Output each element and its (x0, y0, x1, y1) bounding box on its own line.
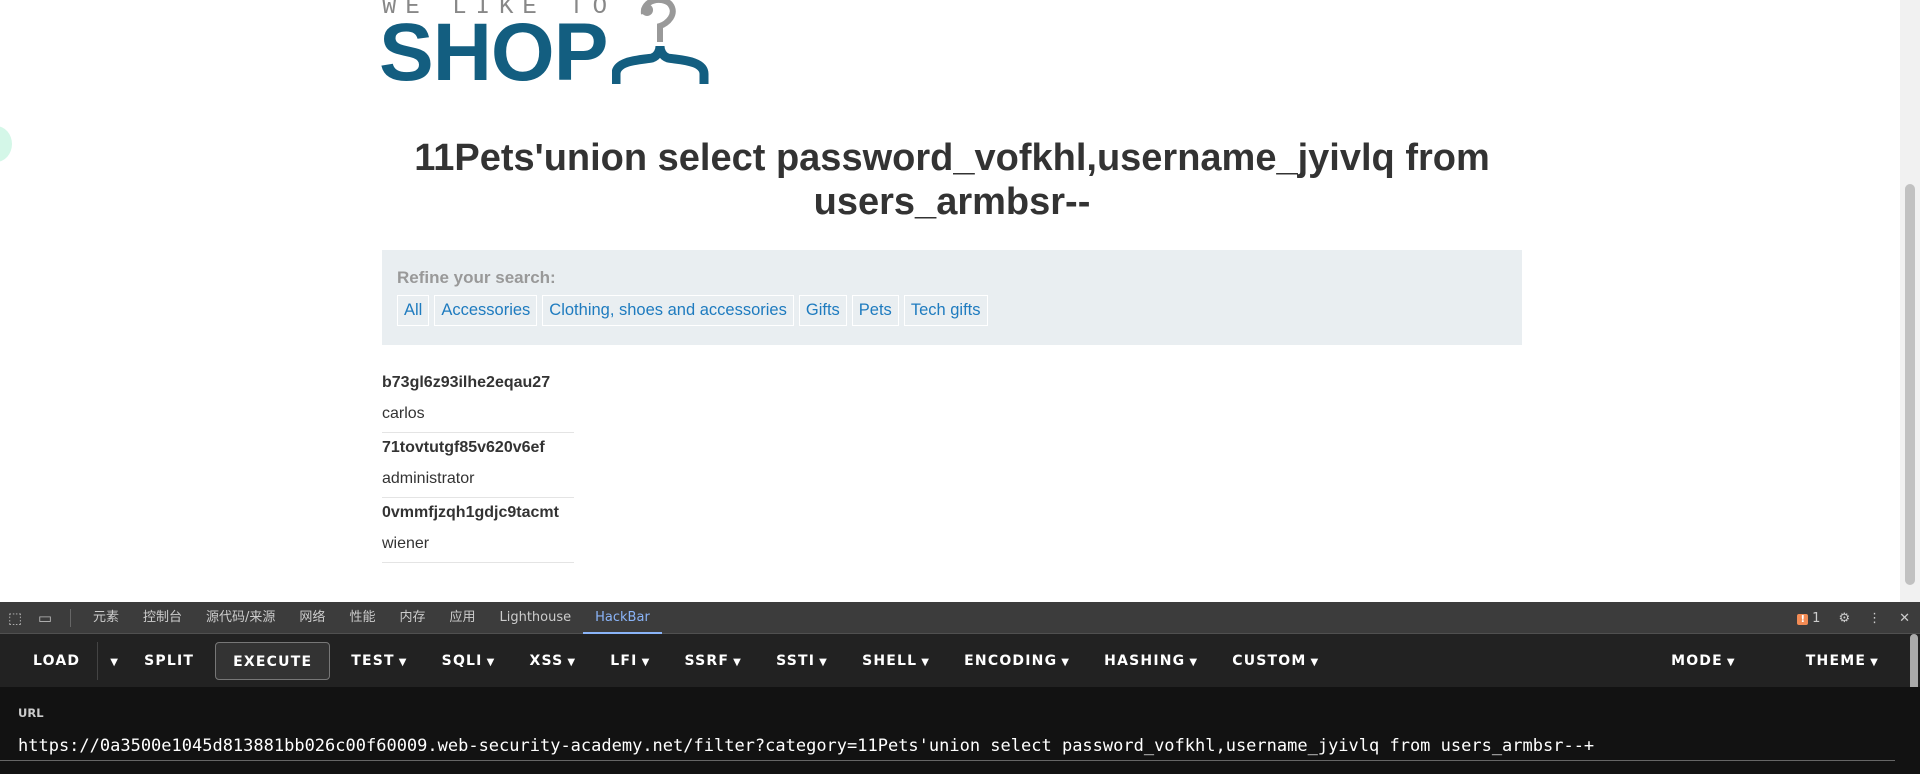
hanger-icon (612, 0, 709, 84)
tab-memory[interactable]: 内存 (387, 602, 437, 634)
menu-label: SHELL (862, 652, 918, 669)
inspect-element-icon[interactable]: ⬚ (0, 609, 30, 627)
menu-label: LFI (610, 652, 638, 669)
filter-panel: Refine your search: All Accessories Clot… (382, 250, 1522, 345)
xss-menu[interactable]: XSS ▼ (512, 642, 593, 680)
filter-label: Refine your search: (397, 268, 556, 287)
tab-application[interactable]: 应用 (437, 602, 487, 634)
menu-label: ENCODING (964, 652, 1058, 669)
tab-elements[interactable]: 元素 (81, 602, 131, 634)
ssrf-menu[interactable]: SSRF ▼ (667, 642, 759, 680)
url-underline (0, 760, 1895, 761)
tab-network[interactable]: 网络 (287, 602, 337, 634)
caret-down-icon: ▼ (486, 656, 496, 668)
page-scrollbar[interactable] (1900, 0, 1920, 602)
shell-menu[interactable]: SHELL ▼ (845, 642, 947, 680)
issues-button[interactable]: ! 1 (1797, 611, 1820, 626)
row-username: administrator (382, 470, 475, 487)
device-toolbar-icon[interactable]: ▭ (30, 609, 60, 627)
logo-word: SHOP (379, 7, 608, 98)
table-row: b73gl6z93ilhe2eqau27 carlos (382, 368, 574, 433)
category-clothing[interactable]: Clothing, shoes and accessories (542, 295, 794, 326)
lfi-menu[interactable]: LFI ▼ (593, 642, 667, 680)
menu-label: CUSTOM (1232, 652, 1307, 669)
menu-label: HASHING (1104, 652, 1186, 669)
theme-menu[interactable]: THEME ▼ (1789, 642, 1896, 680)
caret-down-icon: ▼ (1726, 656, 1736, 668)
tab-performance[interactable]: 性能 (337, 602, 387, 634)
row-password: 71tovtutgf85v620v6ef (382, 439, 545, 456)
test-menu[interactable]: TEST ▼ (334, 642, 424, 680)
page-title: 11Pets'union select password_vofkhl,user… (414, 137, 1490, 223)
custom-menu[interactable]: CUSTOM ▼ (1215, 642, 1336, 680)
url-input[interactable]: https://0a3500e1045d813881bb026c00f60009… (18, 736, 1902, 756)
issues-count: 1 (1812, 610, 1821, 626)
tab-console[interactable]: 控制台 (131, 602, 194, 634)
tab-hackbar[interactable]: HackBar (583, 602, 662, 634)
table-row: 0vmmfjzqh1gdjc9tacmt wiener (382, 498, 574, 563)
caret-down-icon: ▼ (1870, 656, 1879, 668)
sqli-menu[interactable]: SQLI ▼ (425, 642, 513, 680)
scrollbar-thumb[interactable] (1905, 184, 1915, 585)
more-options-icon[interactable]: ⋮ (1868, 611, 1881, 626)
caret-down-icon: ▼ (398, 656, 408, 668)
url-label: URL (18, 706, 44, 720)
settings-gear-icon[interactable]: ⚙ (1838, 611, 1850, 626)
category-tech-gifts[interactable]: Tech gifts (903, 295, 988, 326)
menu-label: MODE (1671, 652, 1723, 669)
caret-down-icon: ▼ (1189, 656, 1199, 668)
row-password: 0vmmfjzqh1gdjc9tacmt (382, 504, 559, 521)
devtools-tabbar: ⬚ ▭ 元素 控制台 源代码/来源 网络 性能 内存 应用 Lighthouse… (0, 602, 1920, 634)
load-button[interactable]: LOAD (16, 642, 97, 680)
caret-down-icon: ▼ (733, 656, 743, 668)
caret-down-icon: ▼ (921, 656, 931, 668)
url-panel: URL https://0a3500e1045d813881bb026c00f6… (0, 687, 1920, 774)
divider (70, 608, 71, 627)
category-pets[interactable]: Pets (851, 295, 899, 326)
menu-label: XSS (529, 652, 564, 669)
shop-logo[interactable]: WE LIKE TO SHOP (379, 0, 742, 98)
split-button[interactable]: SPLIT (127, 642, 211, 680)
table-row: 71tovtutgf85v620v6ef administrator (382, 433, 574, 498)
execute-button[interactable]: EXECUTE (215, 641, 331, 680)
category-gifts[interactable]: Gifts (798, 295, 847, 326)
caret-down-icon: ▼ (1310, 656, 1320, 668)
caret-down-icon: ▼ (567, 656, 577, 668)
row-username: carlos (382, 405, 425, 422)
menu-label: SQLI (441, 652, 483, 669)
ssti-menu[interactable]: SSTI ▼ (759, 642, 845, 680)
tab-sources[interactable]: 源代码/来源 (194, 602, 287, 634)
tab-lighthouse[interactable]: Lighthouse (487, 602, 583, 634)
caret-down-icon: ▼ (1061, 656, 1071, 668)
extension-floating-button[interactable] (0, 126, 12, 162)
caret-down-icon: ▼ (819, 656, 829, 668)
mode-menu[interactable]: MODE ▼ (1654, 642, 1753, 680)
menu-label: TEST (351, 652, 395, 669)
close-icon[interactable]: ✕ (1899, 611, 1910, 626)
issue-icon: ! (1797, 613, 1809, 625)
row-username: wiener (382, 535, 430, 552)
hashing-menu[interactable]: HASHING ▼ (1087, 642, 1215, 680)
load-dropdown-icon[interactable]: ▼ (98, 642, 127, 680)
menu-label: THEME (1805, 652, 1867, 669)
category-all[interactable]: All (397, 295, 430, 326)
row-password: b73gl6z93ilhe2eqau27 (382, 374, 551, 391)
web-page: WE LIKE TO SHOP 11Pets'union select pass… (0, 0, 1900, 602)
caret-down-icon: ▼ (641, 656, 651, 668)
results-table: b73gl6z93ilhe2eqau27 carlos 71tovtutgf85… (382, 368, 574, 563)
encoding-menu[interactable]: ENCODING ▼ (947, 642, 1087, 680)
category-accessories[interactable]: Accessories (434, 295, 538, 326)
hackbar-toolbar: LOAD ▼ SPLIT EXECUTE TEST ▼ SQLI ▼ XSS ▼ LF… (0, 634, 1920, 687)
menu-label: SSRF (684, 652, 730, 669)
menu-label: SSTI (776, 652, 816, 669)
